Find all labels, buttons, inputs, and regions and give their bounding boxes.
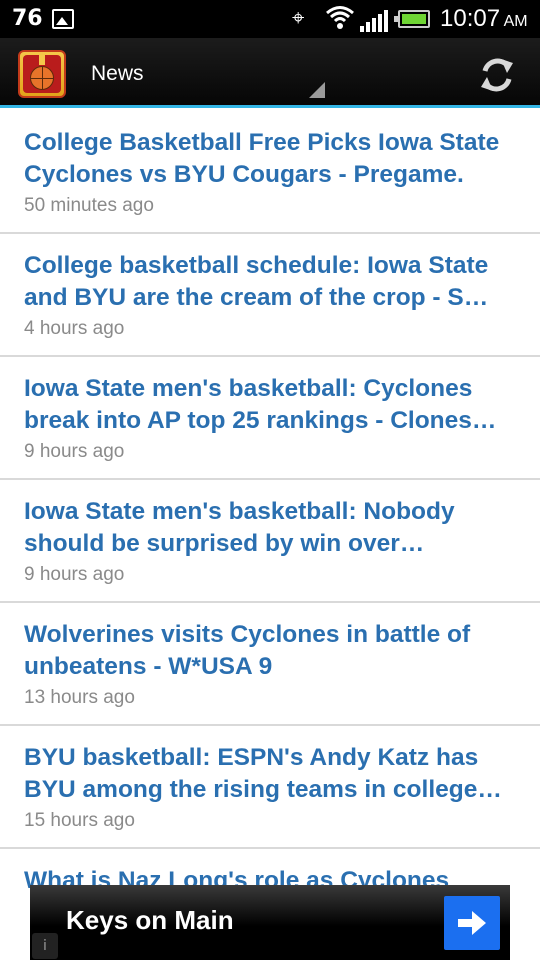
dropdown-indicator-icon[interactable] — [309, 82, 325, 98]
news-item[interactable]: College Basketball Free Picks Iowa State… — [0, 111, 540, 234]
news-headline: Iowa State men's basketball: Cyclones br… — [24, 375, 497, 434]
clock-time: 10:07 — [440, 5, 501, 32]
news-item[interactable]: BYU basketball: ESPN's Andy Katz has BYU… — [0, 726, 540, 849]
news-headline: Wolverines visits Cyclones in battle of … — [24, 621, 471, 680]
status-bar: 76 ⌖ 10:07 AM — [0, 0, 540, 38]
news-timestamp: 9 hours ago — [24, 441, 125, 462]
news-item[interactable]: Wolverines visits Cyclones in battle of … — [0, 603, 540, 726]
image-icon — [52, 9, 74, 29]
arrow-right-icon[interactable] — [444, 896, 500, 950]
screen: 76 ⌖ 10:07 AM News College Basketball Fr… — [0, 0, 540, 960]
news-timestamp: 13 hours ago — [24, 687, 135, 708]
news-timestamp: 4 hours ago — [24, 318, 125, 339]
ad-banner[interactable]: Keys on Main i — [30, 885, 510, 960]
action-bar-title[interactable]: News — [91, 62, 144, 86]
refresh-icon — [481, 58, 513, 92]
wifi-icon — [325, 4, 355, 36]
basketball-trophy-icon[interactable] — [18, 50, 66, 98]
news-timestamp: 9 hours ago — [24, 564, 125, 585]
signal-icon — [360, 10, 388, 32]
info-icon[interactable]: i — [32, 933, 58, 959]
news-item[interactable]: Iowa State men's basketball: Nobody shou… — [0, 480, 540, 603]
news-item[interactable]: College basketball schedule: Iowa State … — [0, 234, 540, 357]
news-timestamp: 15 hours ago — [24, 810, 135, 831]
news-headline: College basketball schedule: Iowa State … — [24, 252, 489, 311]
ad-text[interactable]: Keys on Main — [66, 905, 234, 936]
clock-ampm: AM — [503, 13, 528, 30]
action-bar: News — [0, 38, 540, 108]
news-item[interactable]: Iowa State men's basketball: Cyclones br… — [0, 357, 540, 480]
gps-icon: ⌖ — [292, 6, 305, 31]
news-headline: BYU basketball: ESPN's Andy Katz has BYU… — [24, 744, 502, 803]
battery-icon — [394, 10, 430, 28]
clock: 10:07 AM — [440, 5, 528, 33]
news-headline: Iowa State men's basketball: Nobody shou… — [24, 498, 455, 557]
news-timestamp: 50 minutes ago — [24, 195, 154, 216]
refresh-button[interactable] — [474, 52, 520, 98]
news-headline: College Basketball Free Picks Iowa State… — [24, 129, 500, 188]
news-list: College Basketball Free Picks Iowa State… — [0, 111, 540, 960]
battery-level-text: 76 — [12, 6, 43, 31]
